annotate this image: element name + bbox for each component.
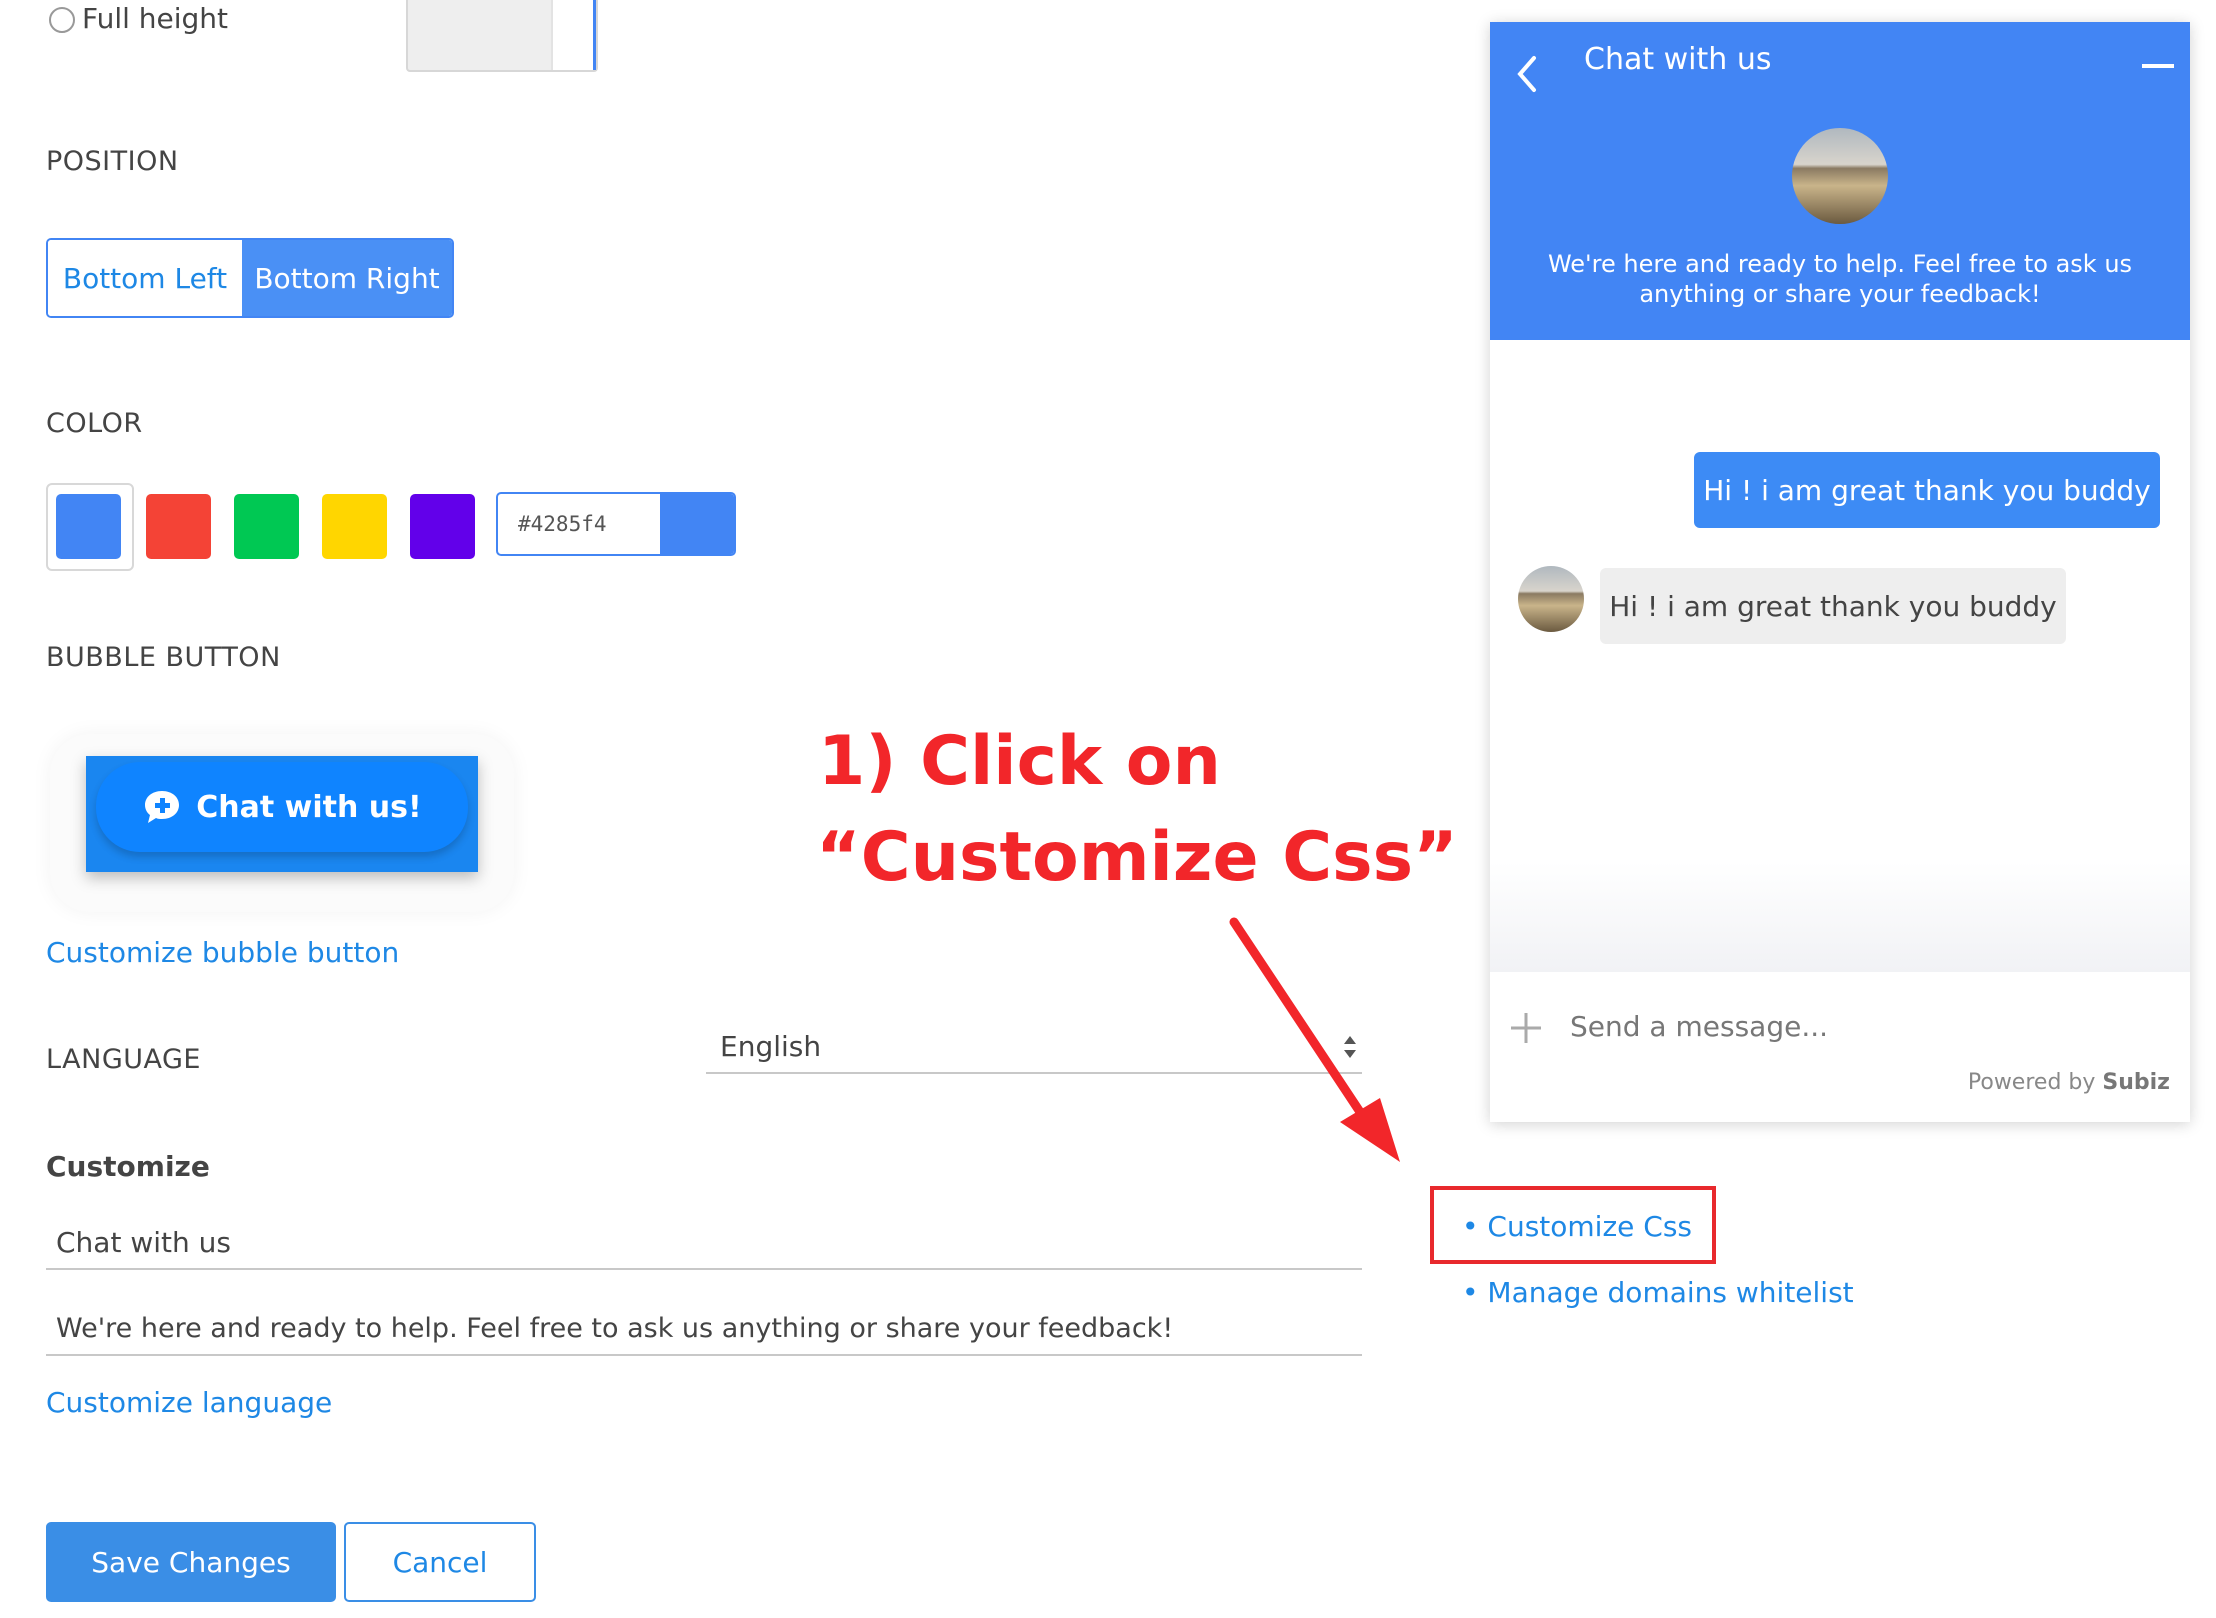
color-hex-input[interactable]: #4285f4 bbox=[496, 492, 736, 556]
full-height-radio[interactable] bbox=[49, 7, 75, 33]
color-swatch-red[interactable] bbox=[146, 494, 211, 559]
position-segmented-control: Bottom Left Bottom Right bbox=[46, 238, 454, 318]
position-heading: POSITION bbox=[46, 146, 179, 177]
powered-by-prefix: Powered by bbox=[1967, 1070, 2096, 1095]
powered-by: Powered by Subiz bbox=[1968, 1070, 2170, 1095]
bubble-chat-button[interactable]: Chat with us! bbox=[96, 762, 468, 852]
chat-plus-icon bbox=[145, 791, 180, 823]
back-chevron-icon[interactable] bbox=[1512, 52, 1542, 96]
agent-avatar-large bbox=[1792, 128, 1888, 224]
powered-by-brand[interactable]: Subiz bbox=[2102, 1070, 2170, 1095]
manage-domains-whitelist-link[interactable]: • Manage domains whitelist bbox=[1462, 1276, 1854, 1309]
annotation-line-1: 1) Click on bbox=[818, 722, 1221, 801]
message-input[interactable]: Send a message... bbox=[1570, 1010, 2150, 1043]
full-height-preview bbox=[406, 0, 598, 72]
position-bottom-left-option[interactable]: Bottom Left bbox=[48, 240, 242, 316]
color-swatch-purple[interactable] bbox=[410, 494, 475, 559]
color-swatch-green[interactable] bbox=[234, 494, 299, 559]
bubble-button-heading: BUBBLE BUTTON bbox=[46, 642, 281, 673]
position-bottom-right-option[interactable]: Bottom Right bbox=[242, 240, 452, 316]
customize-css-link[interactable]: • Customize Css bbox=[1462, 1210, 1692, 1243]
color-swatch-yellow[interactable] bbox=[322, 494, 387, 559]
color-hex-preview-chip bbox=[660, 494, 734, 554]
customize-language-link[interactable]: Customize language bbox=[46, 1386, 332, 1419]
chat-footer-fade bbox=[1490, 862, 2190, 972]
agent-avatar-small bbox=[1518, 566, 1584, 632]
greeting-line-2: anything or share your feedback! bbox=[1639, 280, 2041, 308]
widget-greeting-input[interactable]: We're here and ready to help. Feel free … bbox=[46, 1302, 1362, 1356]
message-outgoing: Hi ! i am great thank you buddy bbox=[1694, 452, 2160, 528]
customize-bubble-link[interactable]: Customize bubble button bbox=[46, 936, 399, 969]
message-incoming: Hi ! i am great thank you buddy bbox=[1600, 568, 2066, 644]
widget-title-input[interactable]: Chat with us bbox=[46, 1216, 1362, 1270]
preview-widget-area bbox=[551, 0, 596, 70]
cancel-button[interactable]: Cancel bbox=[344, 1522, 536, 1602]
language-selected-value: English bbox=[720, 1029, 822, 1063]
chat-widget-preview: Chat with us We're here and ready to hel… bbox=[1490, 22, 2190, 1122]
widget-title-value: Chat with us bbox=[56, 1225, 231, 1259]
customize-heading: Customize bbox=[46, 1150, 210, 1183]
color-swatch-blue[interactable] bbox=[56, 494, 121, 559]
language-heading: LANGUAGE bbox=[46, 1044, 201, 1075]
preview-accent-bar bbox=[593, 0, 596, 70]
widget-greeting-value: We're here and ready to help. Feel free … bbox=[56, 1312, 1174, 1344]
color-hex-value: #4285f4 bbox=[518, 512, 607, 536]
bubble-preview-frame: Chat with us! bbox=[86, 756, 478, 872]
save-changes-button[interactable]: Save Changes bbox=[46, 1522, 336, 1602]
minimize-icon[interactable] bbox=[2142, 64, 2174, 68]
attach-plus-icon[interactable] bbox=[1508, 1010, 1544, 1046]
full-height-label: Full height bbox=[82, 2, 229, 35]
chat-widget-title: Chat with us bbox=[1584, 42, 1772, 77]
greeting-line-1: We're here and ready to help. Feel free … bbox=[1547, 250, 2133, 278]
composer-area bbox=[1490, 972, 2190, 1122]
chat-widget-header: Chat with us We're here and ready to hel… bbox=[1490, 22, 2190, 340]
annotation-line-2: “Customize Css” bbox=[816, 818, 1458, 897]
annotation-arrow-icon bbox=[1229, 917, 1400, 1162]
bubble-chat-button-label: Chat with us! bbox=[196, 789, 422, 825]
color-heading: COLOR bbox=[46, 408, 143, 439]
